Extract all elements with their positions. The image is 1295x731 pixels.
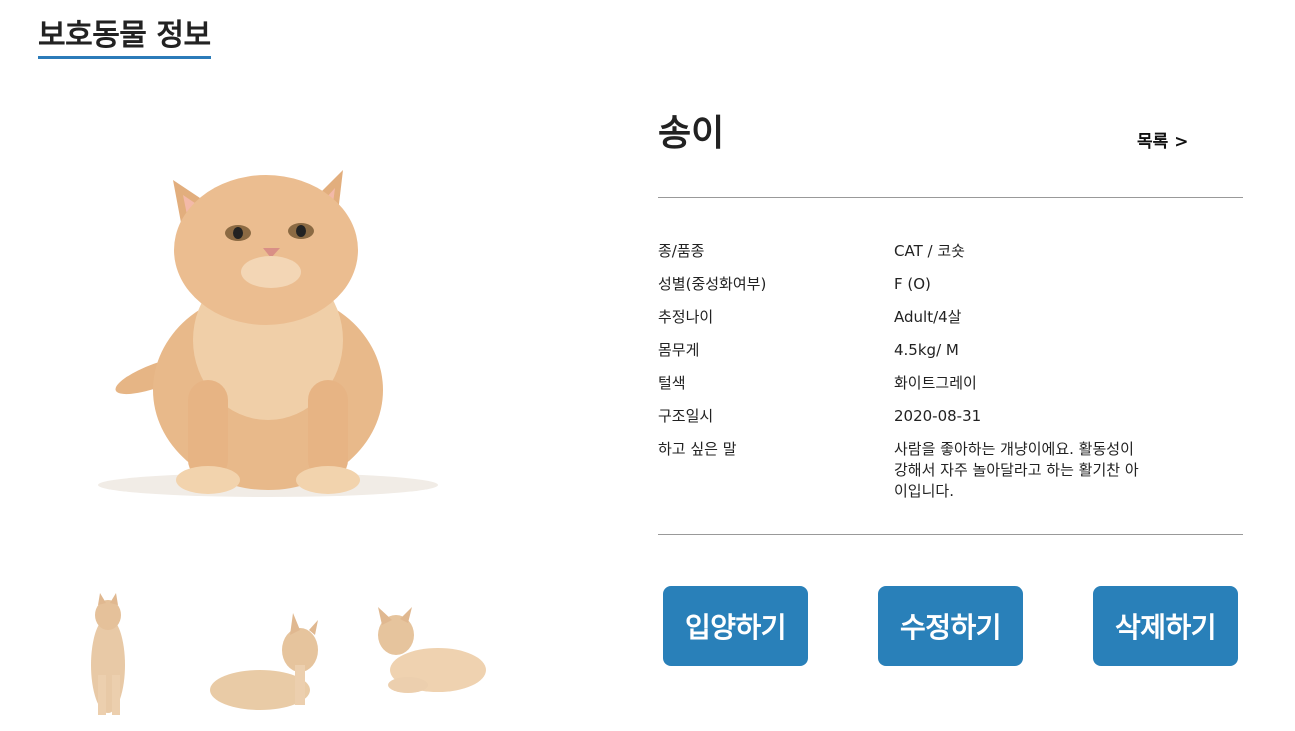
info-label: 구조일시 — [658, 407, 714, 425]
page-title: 보호동물 정보 — [38, 18, 211, 59]
cat-reclining-thumbnail — [378, 607, 486, 693]
info-value: CAT / 코숏 — [894, 242, 965, 260]
info-value: 4.5kg/ M — [894, 341, 959, 359]
info-label: 종/품종 — [658, 242, 705, 260]
thumbnail-1[interactable] — [38, 575, 158, 717]
info-value: 2020-08-31 — [894, 407, 982, 425]
info-value: F (O) — [894, 275, 931, 293]
divider-top — [658, 197, 1243, 198]
info-label: 성별(중성화여부) — [658, 275, 767, 293]
info-label: 몸무게 — [658, 341, 700, 359]
pet-name: 송이 — [658, 113, 725, 154]
edit-button[interactable]: 수정하기 — [878, 586, 1023, 666]
divider-bottom — [658, 534, 1243, 535]
info-label: 털색 — [658, 374, 686, 392]
delete-button[interactable]: 삭제하기 — [1093, 586, 1238, 666]
kitten-image — [98, 170, 438, 497]
cat-sitting-thumbnail — [91, 593, 125, 715]
adopt-button[interactable]: 입양하기 — [663, 586, 808, 666]
thumbnail-3[interactable] — [368, 575, 488, 717]
info-value: 사람을 좋아하는 개냥이에요. 활동성이 강해서 자주 놀아달라고 하는 활기찬… — [894, 440, 1139, 500]
main-pet-photo — [58, 100, 478, 500]
info-value: 화이트그레이 — [894, 374, 977, 392]
cat-lying-thumbnail — [210, 613, 318, 710]
info-label: 추정나이 — [658, 308, 714, 326]
info-label: 하고 싶은 말 — [658, 440, 737, 458]
list-link[interactable]: 목록 > — [1137, 130, 1188, 154]
info-value: Adult/4살 — [894, 308, 962, 326]
thumbnail-2[interactable] — [205, 575, 325, 717]
